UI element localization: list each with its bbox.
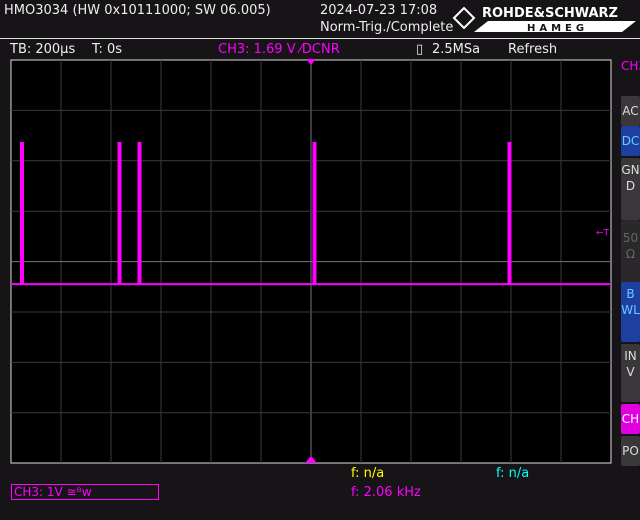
side-po-button[interactable]: PO — [621, 436, 640, 466]
waveform-display[interactable]: ←T3 — [10, 59, 612, 464]
sample-rate[interactable]: 2.5MSa — [432, 42, 480, 57]
ch1-frequency: f: n/a — [351, 466, 385, 481]
side-bwl-button[interactable]: BWL — [621, 282, 640, 342]
ch3-setting-box[interactable]: CH3: 1V ≅ᴮᴡ — [11, 484, 159, 500]
datetime: 2024-07-23 17:08 — [320, 3, 438, 18]
side-inv-button[interactable]: INV — [621, 344, 640, 402]
ch2-frequency: f: n/a — [496, 466, 530, 481]
side-ch-button[interactable]: CH — [621, 404, 640, 434]
trigger-status: Norm-Trig./Complete — [320, 20, 454, 35]
side-50ohm-button[interactable]: 50Ω — [621, 220, 640, 288]
side-menu-channel: CH3 — [621, 59, 640, 73]
acquisition-mode[interactable]: Refresh — [508, 42, 557, 57]
rohde-schwarz-logo: ROHDE&SCHWARZ HAMEG — [452, 4, 636, 34]
trigger-level-marker: ←T — [596, 228, 610, 238]
memory-icon: ▯ — [416, 42, 424, 57]
header-divider — [0, 38, 640, 39]
timebase[interactable]: TB: 200µs — [10, 42, 75, 57]
side-gnd-button[interactable]: GND — [621, 158, 640, 220]
svg-text:HAMEG: HAMEG — [527, 23, 588, 34]
trigger-time[interactable]: T: 0s — [92, 42, 122, 57]
svg-text:ROHDE&SCHWARZ: ROHDE&SCHWARZ — [482, 6, 618, 21]
ch3-frequency: f: 2.06 kHz — [351, 485, 421, 500]
side-dc-button[interactable]: DC — [621, 126, 640, 156]
side-ac-button[interactable]: AC — [621, 96, 640, 126]
channel-trigger-info[interactable]: CH3: 1.69 V ⁄DCNR — [218, 42, 340, 57]
model-info: HMO3034 (HW 0x10111000; SW 06.005) — [4, 3, 271, 18]
